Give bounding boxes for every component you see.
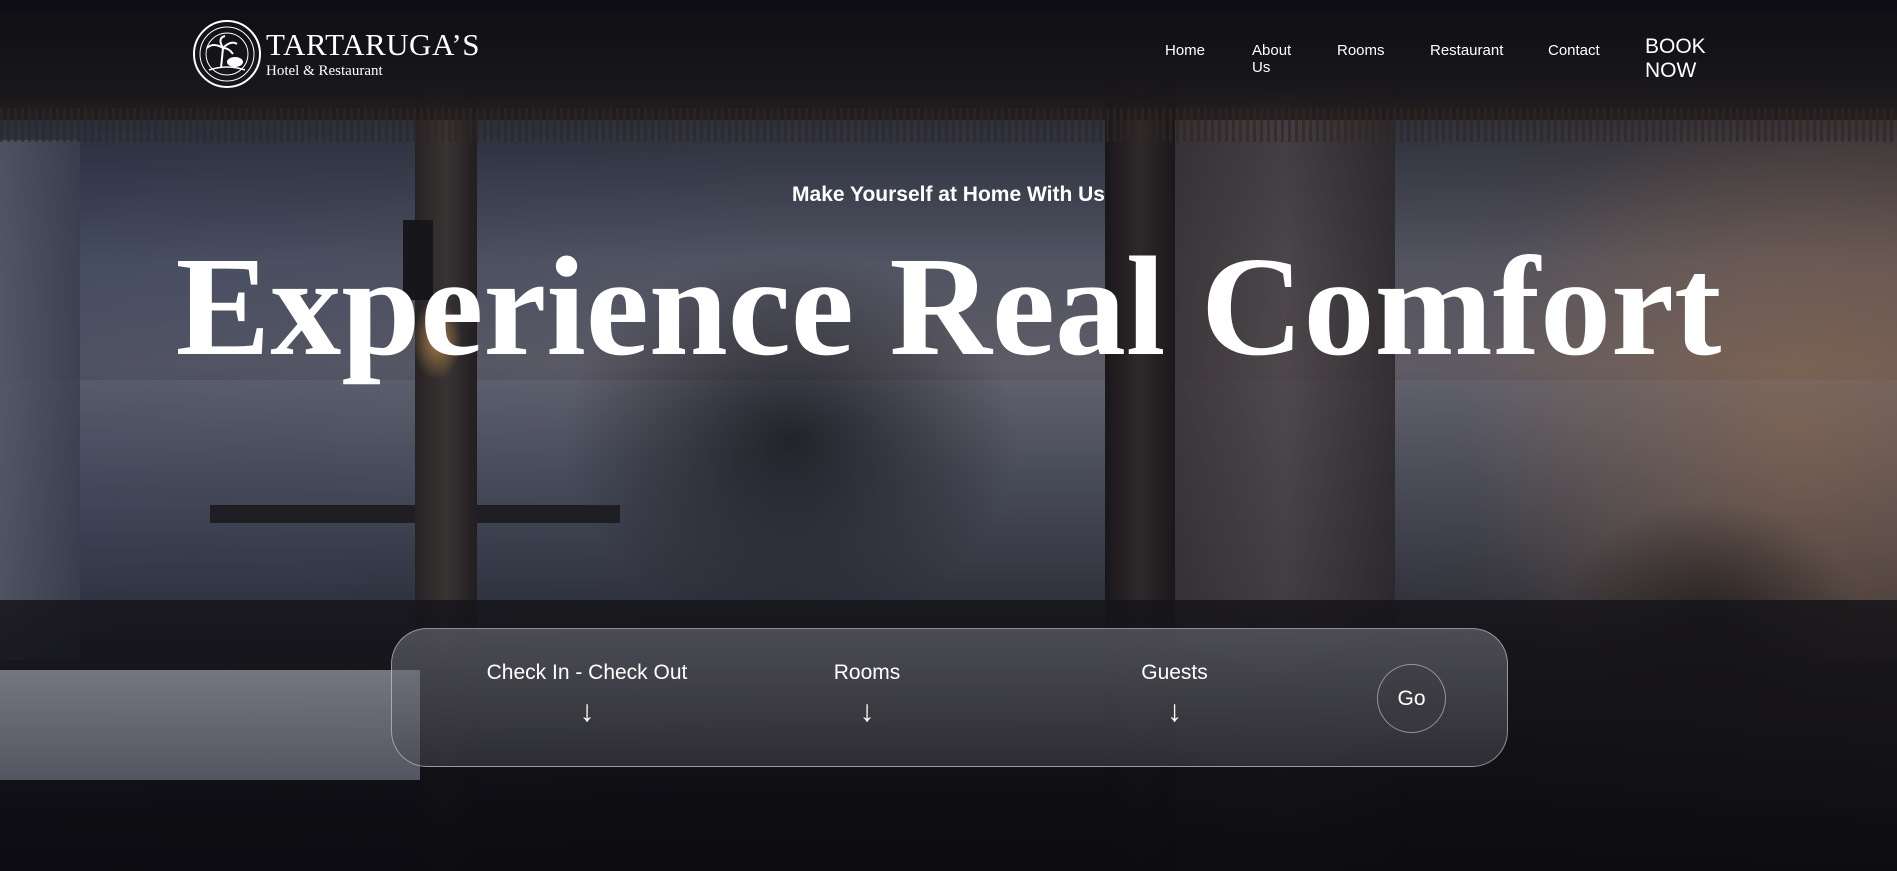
palm-turtle-emblem-icon (193, 20, 261, 88)
hero-tagline: Make Yourself at Home With Us (792, 183, 1105, 206)
guests-label: Guests (1141, 661, 1208, 684)
nav-home[interactable]: Home (1165, 42, 1205, 59)
go-button[interactable]: Go (1377, 664, 1446, 733)
book-now-button[interactable]: BOOK NOW (1645, 35, 1715, 83)
nav-rooms[interactable]: Rooms (1337, 42, 1385, 59)
rooms-selector[interactable]: Rooms ↓ (812, 661, 922, 727)
nav-about-us[interactable]: About Us (1252, 42, 1294, 76)
booking-bar: Check In - Check Out ↓ Rooms ↓ Guests ↓ … (391, 628, 1508, 767)
hero-headline: Experience Real Comfort (175, 227, 1722, 385)
check-in-check-out-label: Check In - Check Out (486, 661, 688, 684)
brand-logo[interactable]: TARTARUGA’S Hotel & Restaurant (193, 20, 480, 88)
arrow-down-icon: ↓ (1167, 695, 1182, 728)
brand-name: TARTARUGA’S (266, 27, 480, 62)
guests-selector[interactable]: Guests ↓ (1117, 661, 1232, 727)
nav-restaurant[interactable]: Restaurant (1430, 42, 1503, 59)
arrow-down-icon: ↓ (579, 695, 595, 728)
rooms-label: Rooms (833, 661, 901, 684)
arrow-down-icon: ↓ (859, 695, 875, 728)
check-in-check-out-selector[interactable]: Check In - Check Out ↓ (477, 661, 697, 727)
nav-contact[interactable]: Contact (1548, 42, 1600, 59)
brand-subtitle: Hotel & Restaurant (266, 63, 383, 79)
